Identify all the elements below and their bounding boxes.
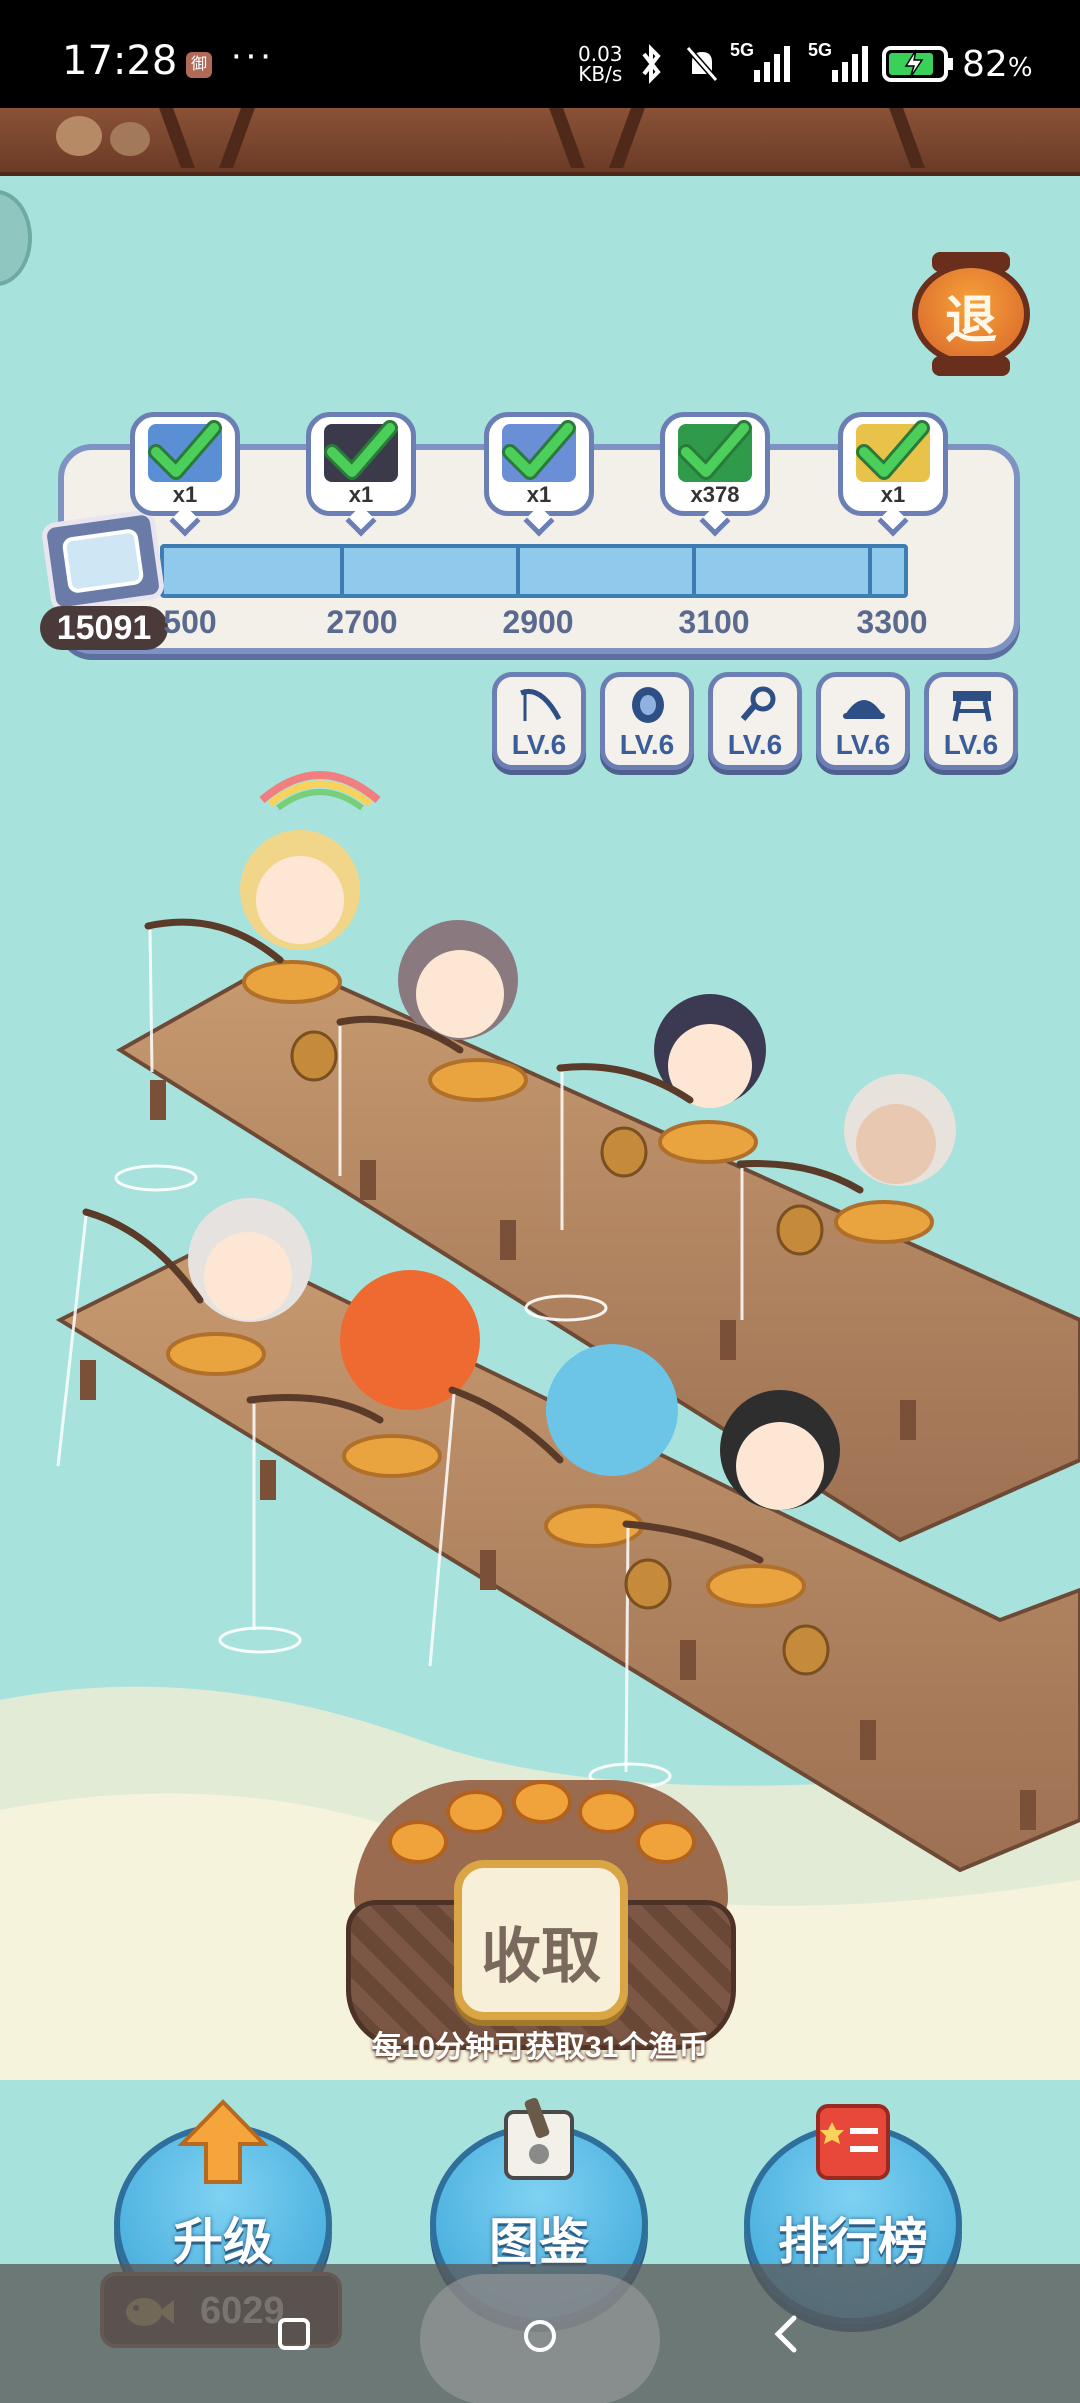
gear-level-hook[interactable]: LV.6 [708, 672, 802, 770]
status-bar: 17:28 御 ··· 0.03 KB/s 5G 5G 82% [0, 0, 1080, 108]
signal-1-label: 5G [730, 40, 755, 60]
signal-2-icon [832, 46, 868, 82]
milestone-threshold: 2700 [326, 604, 398, 640]
reel-icon [632, 687, 664, 723]
milestone-threshold: 3300 [856, 604, 928, 640]
gear-level-label: LV.6 [619, 729, 675, 760]
gear-level-rod[interactable]: LV.6 [492, 672, 586, 770]
gear-level-stool[interactable]: LV.6 [924, 672, 1018, 770]
fish-icon [636, 1820, 696, 1864]
back-button[interactable] [724, 2264, 844, 2403]
battery-percent-value: 82 [962, 44, 1008, 85]
milestone-threshold: 500 [163, 604, 217, 640]
milestone-reward[interactable]: x1 [838, 412, 948, 537]
hat-icon [843, 700, 885, 719]
decor-bird-icon [56, 116, 102, 156]
decor-bird-icon [110, 122, 150, 156]
battery-percent-unit: % [1007, 53, 1033, 83]
reward-progress-bar [160, 544, 908, 598]
milestone-qty: x1 [348, 482, 374, 507]
exit-button-base [932, 356, 1010, 376]
exit-label: 退 [944, 292, 997, 350]
milestone-threshold: 3100 [678, 604, 750, 640]
hook-icon [740, 686, 776, 721]
claimed-check-icon [502, 420, 576, 480]
up-arrow-icon [178, 2099, 268, 2184]
milestone-qty: x378 [690, 482, 740, 507]
gear-level-label: LV.6 [727, 729, 783, 760]
milestone-qty: x1 [526, 482, 552, 507]
milestone-qty: x1 [172, 482, 198, 507]
battery-charging-icon [882, 46, 953, 82]
ranking-board-icon [816, 2104, 890, 2180]
gear-level-reel[interactable]: LV.6 [600, 672, 694, 770]
home-button[interactable] [420, 2264, 660, 2403]
milestone-reward[interactable]: x378 [660, 412, 770, 537]
stool-icon [952, 691, 992, 722]
recents-button[interactable] [236, 2264, 356, 2403]
gear-level-label: LV.6 [943, 729, 999, 760]
claimed-check-icon [148, 420, 222, 480]
mute-bell-icon [685, 46, 719, 82]
bluetooth-icon [642, 44, 661, 84]
status-time: 17:28 [62, 38, 178, 84]
fish-icon [512, 1780, 572, 1824]
gear-level-hat[interactable]: LV.6 [816, 672, 910, 770]
milestone-reward[interactable]: x1 [484, 412, 594, 537]
network-speed-value: 0.03 [578, 42, 623, 66]
exit-button[interactable]: 退 [912, 252, 1030, 376]
milestone-threshold: 2900 [502, 604, 574, 640]
claimed-check-icon [856, 420, 930, 480]
milestone-qty: x1 [880, 482, 906, 507]
gear-level-label: LV.6 [835, 729, 891, 760]
battery-percent: 82% [962, 44, 1033, 85]
fish-icon [446, 1790, 506, 1834]
recents-square-icon [278, 2318, 310, 2350]
claimed-check-icon [324, 420, 398, 480]
home-circle-icon [524, 2320, 556, 2352]
collect-hint: 每10分钟可获取31个渔币 [371, 2031, 709, 2064]
fishing-rod-icon [520, 689, 562, 721]
claimed-check-icon [678, 420, 752, 480]
wooden-top-banner [0, 108, 1080, 176]
milestone-reward[interactable]: x1 [130, 412, 240, 537]
signal-2-label: 5G [808, 40, 833, 60]
catalog-book-icon [504, 2098, 574, 2180]
more-notifications-icon: ··· [230, 34, 274, 76]
system-nav-bar [0, 2264, 1080, 2403]
gear-level-label: LV.6 [511, 729, 567, 760]
collect-button-label: 收取 [481, 1923, 601, 1990]
milestone-reward[interactable]: x1 [306, 412, 416, 537]
network-speed-unit: KB/s [578, 62, 623, 86]
network-speed: 0.03 KB/s [578, 44, 623, 84]
collect-button[interactable]: 收取 [454, 1860, 628, 2020]
app-notification-icon: 御 [186, 52, 212, 78]
side-drawer-tab[interactable] [0, 190, 32, 286]
signal-1-icon [754, 46, 790, 82]
fish-icon [578, 1790, 638, 1834]
back-chevron-icon [774, 2315, 797, 2353]
fish-icon [388, 1820, 448, 1864]
